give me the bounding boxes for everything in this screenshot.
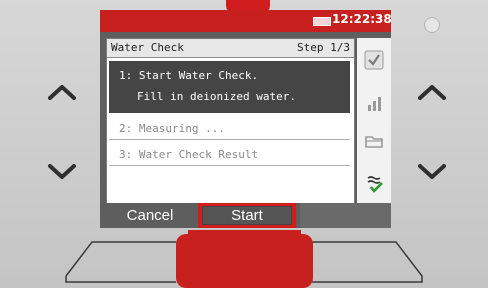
step-item-1[interactable]: 1: Start Water Check. Fill in deionized … bbox=[109, 61, 350, 113]
step-1-line2: Fill in deionized water. bbox=[137, 90, 296, 103]
chevron-up-icon bbox=[48, 85, 76, 100]
start-softkey-frame: Start bbox=[198, 203, 296, 228]
clock-readout: 12:22:38 bbox=[332, 12, 392, 26]
chart-icon[interactable] bbox=[364, 94, 384, 114]
chevron-down-icon bbox=[48, 164, 76, 179]
confirm-hardware-button[interactable] bbox=[176, 234, 313, 288]
water-check-panel: Water Check Step 1/3 1: Start Water Chec… bbox=[106, 38, 355, 205]
cancel-softkey[interactable]: Cancel bbox=[106, 207, 194, 225]
chevron-down-icon bbox=[418, 164, 446, 179]
status-bar: 12:22:38 bbox=[100, 10, 392, 32]
step-item-3[interactable]: 3: Water Check Result bbox=[109, 143, 350, 166]
step-item-2[interactable]: 2: Measuring ... bbox=[109, 117, 350, 140]
panel-title: Water Check bbox=[111, 41, 184, 54]
panel-header: Water Check Step 1/3 bbox=[107, 39, 354, 58]
empty-softkey[interactable] bbox=[300, 203, 391, 228]
device-screen: 12:22:38 Water Check Step 1/3 1: Start W… bbox=[100, 10, 392, 228]
checkmark-icon[interactable] bbox=[364, 50, 384, 70]
battery-icon bbox=[313, 17, 331, 26]
status-led bbox=[424, 17, 440, 33]
right-up-arrow-button[interactable] bbox=[414, 74, 450, 110]
step-indicator: Step 1/3 bbox=[297, 41, 350, 54]
softkey-bar: Cancel Start bbox=[100, 203, 391, 228]
status-check-icon[interactable] bbox=[364, 174, 384, 194]
folder-icon[interactable] bbox=[364, 131, 384, 151]
left-up-arrow-button[interactable] bbox=[44, 74, 80, 110]
side-toolbar bbox=[357, 38, 391, 203]
right-down-arrow-button[interactable] bbox=[414, 154, 450, 190]
step-2-label: 2: Measuring ... bbox=[119, 122, 225, 135]
start-softkey[interactable]: Start bbox=[202, 206, 292, 225]
step-3-label: 3: Water Check Result bbox=[119, 148, 259, 161]
chevron-up-icon bbox=[418, 85, 446, 100]
step-1-line1: 1: Start Water Check. bbox=[119, 69, 259, 82]
left-down-arrow-button[interactable] bbox=[44, 154, 80, 190]
